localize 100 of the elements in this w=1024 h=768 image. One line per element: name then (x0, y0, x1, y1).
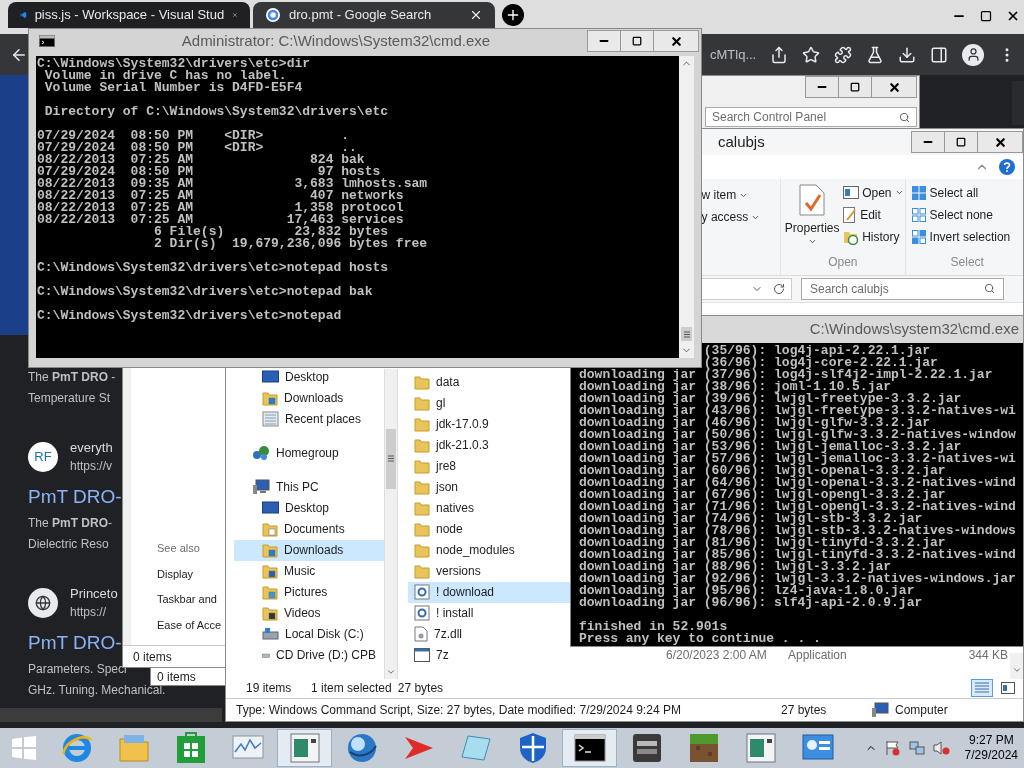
file-row[interactable]: ! install (408, 602, 571, 624)
nav-item[interactable]: Downloads (234, 387, 384, 409)
file-details-text: Type: Windows Command Script, Size: 27 bytes, Date modified: 7/29/2024 9:24 PM (236, 701, 682, 719)
help-icon[interactable] (999, 159, 1015, 176)
file-size-text: 27 bytes (781, 701, 828, 719)
globe-icon (345, 732, 378, 764)
settings-link[interactable]: Ease of Acce (157, 616, 222, 633)
clock[interactable]: 9:27 PM 7/29/2024 (964, 733, 1018, 763)
file-row[interactable]: 7z 6/20/2023 2:00 AM Application 344 KB (408, 644, 1010, 666)
muted-speaker-icon[interactable] (932, 740, 951, 756)
nav-item[interactable]: Recent places (234, 408, 384, 430)
refresh-icon[interactable] (773, 282, 785, 295)
file-row[interactable]: gl (408, 392, 571, 414)
console-line: downloading jar (71/96): lwjgl-opengl-3.3.2-natives-wind (579, 501, 1016, 513)
console-line: downloading jar (74/96): lwjgl-stb-3.3.2.jar (579, 513, 923, 525)
scrollbar-thumb[interactable] (386, 428, 396, 489)
nav-item[interactable]: Desktop (234, 497, 384, 519)
chart-window-icon (231, 734, 264, 762)
ribbon-item[interactable]: History (843, 227, 904, 247)
console-line: downloading jar (39/96): lwjgl-freetype-3.3.2.jar (579, 393, 962, 405)
search-field[interactable]: Search Control Panel (705, 107, 917, 127)
folder-icon (414, 563, 430, 579)
close-icon[interactable] (469, 8, 483, 22)
restore-icon[interactable] (980, 10, 992, 22)
browser-tab[interactable]: dro.pmt - Google Search (253, 2, 495, 28)
nav-item[interactable]: Music (234, 560, 384, 582)
flag-icon[interactable] (884, 740, 901, 756)
nav-item[interactable]: Local Disk (C:) (234, 623, 384, 645)
maximize-icon (850, 82, 860, 92)
site-name: everyth (70, 439, 113, 457)
console-line: downloading jar (53/96): lwjgl-jemalloc-3.3.2.jar (579, 441, 962, 453)
file-row[interactable]: natives (408, 497, 571, 519)
windows-logo-icon (12, 736, 36, 760)
file-row[interactable]: json (408, 476, 571, 498)
result-link[interactable]: PmT DRO- (28, 485, 122, 509)
taskbar-app[interactable] (562, 729, 617, 767)
address-text[interactable]: cMTlq... (710, 44, 757, 65)
folder-icon (262, 390, 278, 407)
settings-link[interactable]: Display (157, 565, 194, 582)
ribbon-item[interactable]: Select none (911, 205, 1023, 225)
ribbon-item[interactable]: y access (701, 209, 781, 226)
scrollbar-thumb[interactable] (681, 327, 692, 341)
file-row[interactable]: jre8 (408, 455, 571, 477)
result-link[interactable]: PmT DRO- (28, 631, 122, 655)
file-row[interactable]: node_modules (408, 539, 571, 561)
browser-tab[interactable]: piss.js - Workspace - Visual Stud (8, 2, 250, 28)
network-icon[interactable] (908, 740, 925, 756)
console-line: 08/22/2013 07:25 AM 824 bak (37, 154, 365, 166)
nav-item[interactable]: Documents (234, 518, 384, 540)
browser-icon (60, 732, 93, 764)
nav-item[interactable]: Pictures (234, 581, 384, 603)
application-window-icon (745, 733, 776, 763)
nav-item[interactable]: Downloads (234, 539, 384, 561)
close-icon[interactable] (1006, 9, 1020, 23)
nav-item[interactable]: CD Drive (D:) CPB (234, 644, 384, 666)
file-row[interactable]: 7z.dll (408, 623, 571, 645)
ribbon-item[interactable]: Open (843, 183, 904, 203)
file-row[interactable]: versions (408, 560, 571, 582)
ribbon-item[interactable]: Edit (843, 205, 904, 225)
profile-avatar[interactable] (962, 43, 984, 66)
file-row[interactable]: ! download (408, 581, 571, 603)
file-row[interactable]: jdk-21.0.3 (408, 434, 571, 456)
game-block-icon (630, 732, 663, 764)
extensions-icon[interactable] (834, 45, 852, 64)
search-icon (899, 111, 910, 123)
console-line: downloading jar (81/96): lwjgl-tinyfd-3.3.2.jar (579, 537, 946, 549)
new-tab-button[interactable] (502, 4, 524, 26)
table-cell-text: 344 KB (967, 647, 1008, 665)
nav-item[interactable]: This PC (234, 476, 384, 498)
ribbon-item[interactable]: Select all (911, 183, 1023, 203)
side-panel-icon[interactable] (930, 45, 948, 64)
ribbon-item[interactable]: w item (701, 187, 781, 204)
folder-icon (262, 584, 278, 601)
console-line: downloading jar (67/96): lwjgl-opengl-3.3.2.jar (579, 489, 946, 501)
properties-button[interactable]: Properties (781, 183, 844, 253)
settings-link[interactable]: Taskbar and (157, 591, 217, 608)
file-row[interactable]: jdk-17.0.9 (408, 413, 571, 435)
console-line: 08/22/2013 09:35 AM 3,683 lmhosts.sam (37, 178, 428, 190)
file-row[interactable]: data (408, 371, 571, 393)
file-row[interactable]: node (408, 518, 571, 540)
person-icon (965, 47, 981, 62)
star-icon[interactable] (802, 45, 820, 64)
homegroup-icon (252, 445, 270, 462)
desktop-icon (262, 370, 279, 385)
share-icon[interactable] (770, 45, 788, 64)
close-icon (669, 34, 683, 48)
console-line: 08/22/2013 07:25 AM 407 networks (37, 190, 404, 202)
status-text: 1 item selected (311, 680, 392, 698)
flask-icon[interactable] (866, 45, 884, 64)
console-line: downloading jar (57/96): lwjgl-jemalloc-3.3.2-natives-wi (579, 453, 1016, 465)
nav-item[interactable]: Videos (234, 602, 384, 624)
download-icon[interactable] (898, 45, 916, 64)
folder-icon (414, 437, 430, 453)
search-engine-icon (265, 7, 281, 23)
open-icon (843, 186, 860, 200)
ribbon-item[interactable]: Invert selection (911, 227, 1023, 247)
search-field[interactable]: Search calubjs (801, 277, 1004, 300)
status-text: 0 items (157, 668, 196, 685)
nav-item[interactable]: Homegroup (234, 442, 384, 464)
nav-item[interactable]: Desktop (234, 366, 384, 388)
